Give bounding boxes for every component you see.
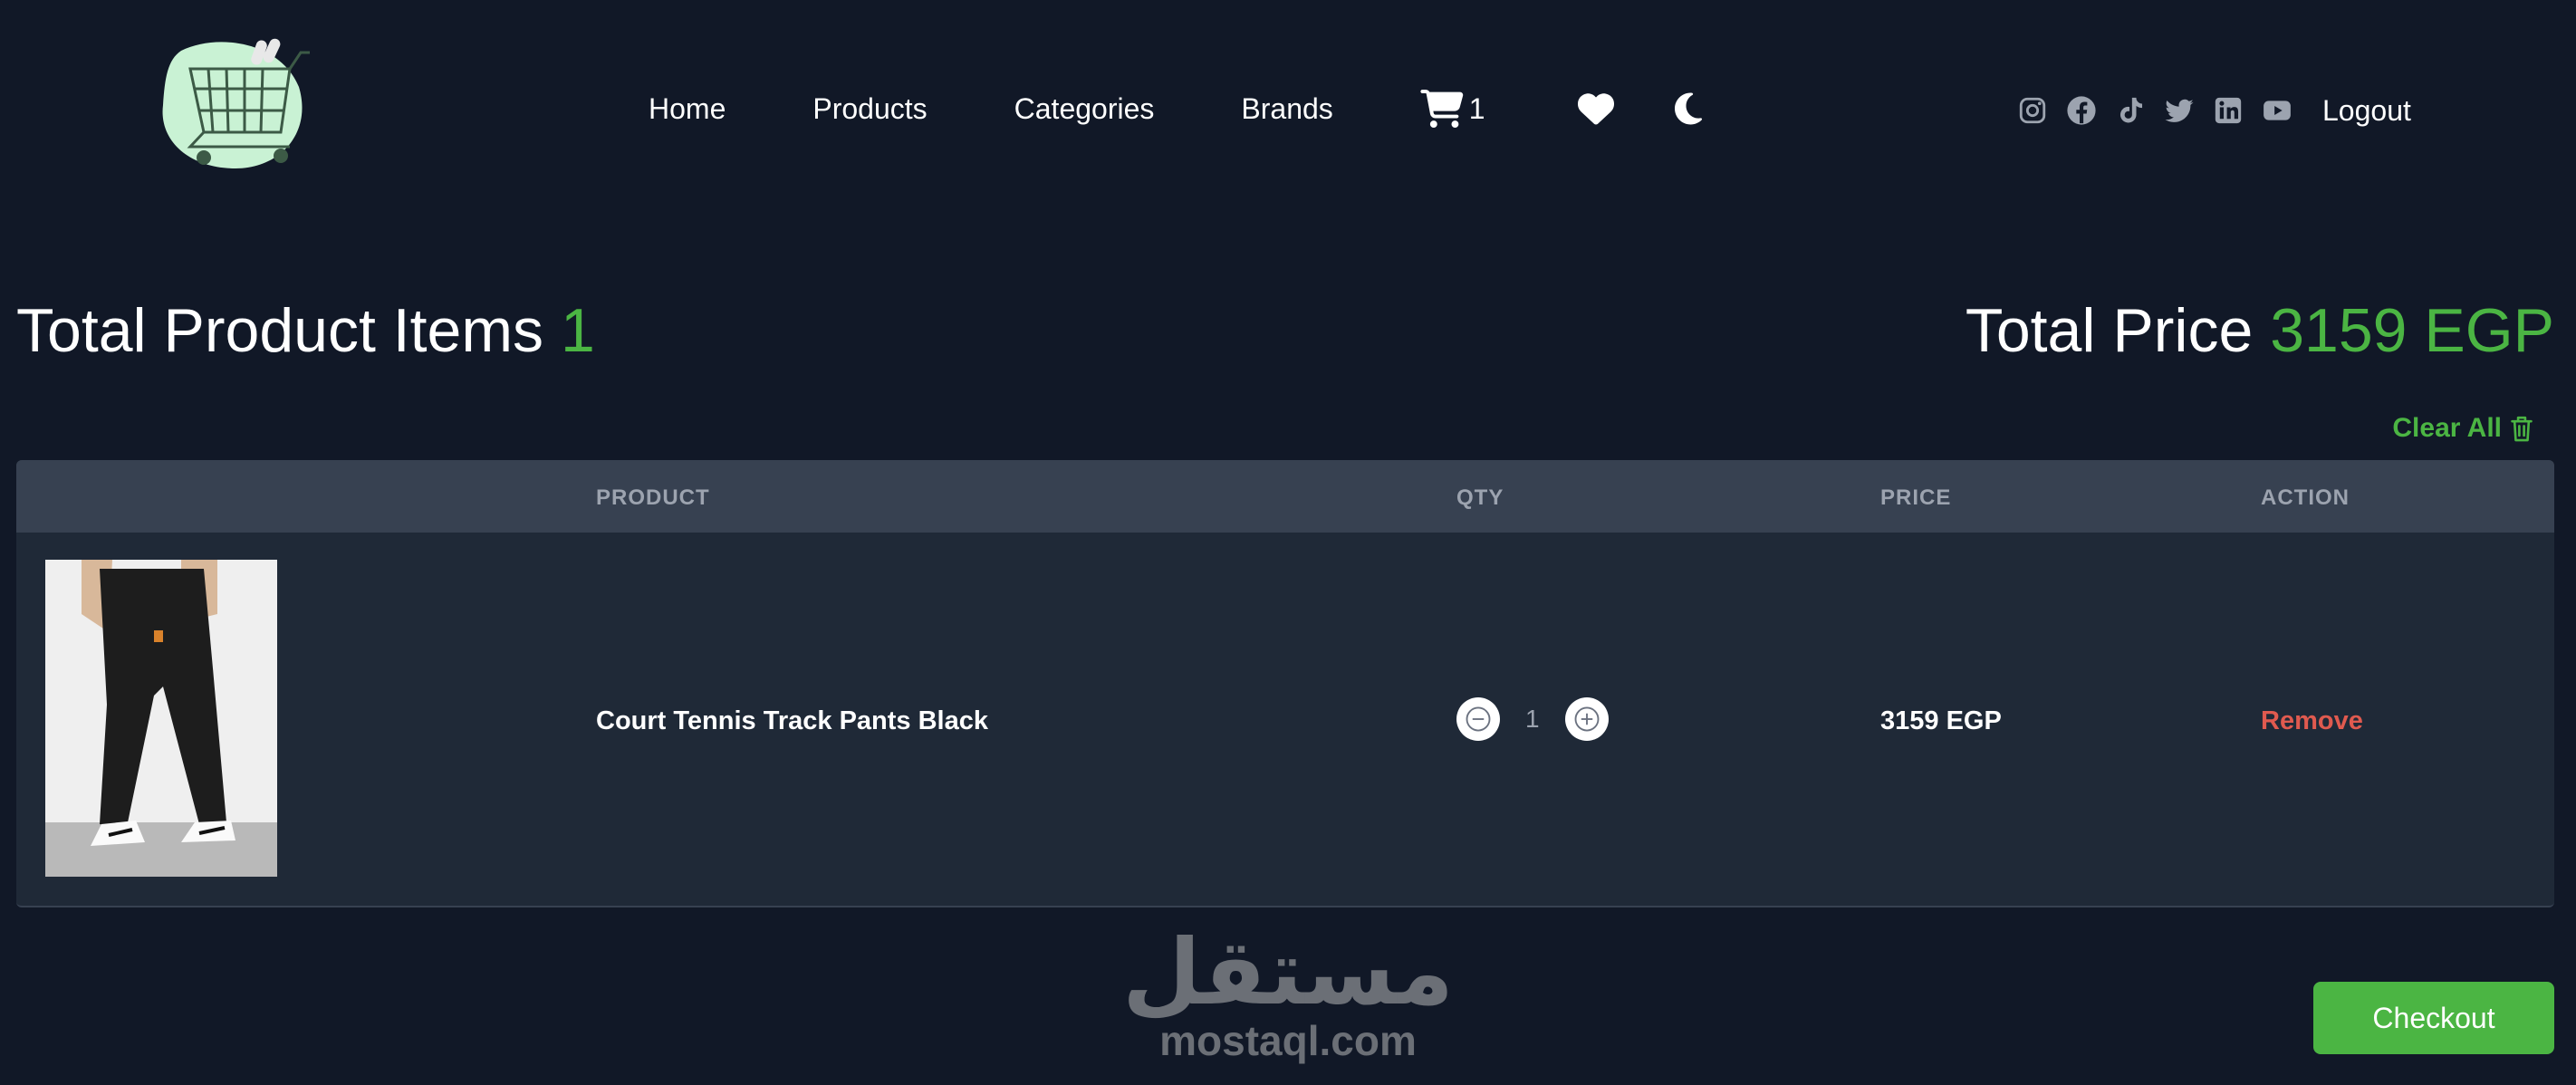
nav-brands-link[interactable]: Brands xyxy=(1241,92,1332,126)
facebook-icon[interactable] xyxy=(2065,94,2098,127)
product-image xyxy=(45,560,277,877)
cart-table: PRODUCT QTY PRICE ACTION Court Tennis Tr… xyxy=(16,460,2554,907)
logout-link[interactable]: Logout xyxy=(2322,94,2411,128)
table-header: PRODUCT QTY PRICE ACTION xyxy=(16,460,2554,533)
minus-icon xyxy=(1466,706,1491,732)
twitter-icon[interactable] xyxy=(2163,94,2196,127)
nav-cart-link[interactable]: 1 xyxy=(1420,90,1485,128)
total-items-label: Total Product Items xyxy=(16,296,544,365)
clear-all-button[interactable]: Clear All xyxy=(2392,413,2536,444)
cart-icon xyxy=(1420,90,1464,128)
main-nav: Home Products Categories Brands 1 xyxy=(649,89,1706,129)
quantity-stepper: 1 xyxy=(1456,697,1609,741)
wishlist-link[interactable] xyxy=(1576,91,1616,127)
total-price-label: Total Price xyxy=(1965,296,2254,365)
watermark-arabic: مستقل xyxy=(1122,919,1454,1025)
header-price: PRICE xyxy=(1880,485,1952,510)
cart-page: Home Products Categories Brands 1 Logout… xyxy=(0,0,2576,1085)
checkout-button[interactable]: Checkout xyxy=(2313,982,2554,1054)
clear-all-label: Clear All xyxy=(2392,413,2502,443)
heart-icon xyxy=(1577,93,1614,125)
increase-qty-button[interactable] xyxy=(1564,697,1609,741)
tiktok-icon[interactable] xyxy=(2114,94,2147,127)
moon-icon xyxy=(1674,92,1702,125)
decrease-qty-button[interactable] xyxy=(1456,697,1500,741)
nav-home-link[interactable]: Home xyxy=(649,92,726,126)
cart-count-badge: 1 xyxy=(1468,91,1485,125)
watermark-logo: مستقل mostaql.com xyxy=(1122,927,1454,1064)
total-price-summary: Total Price 3159 EGP xyxy=(1966,295,2554,366)
table-row: Court Tennis Track Pants Black 1 3159 EG… xyxy=(16,533,2554,906)
nav-products-link[interactable]: Products xyxy=(812,92,927,126)
total-price-value: 3159 EGP xyxy=(2270,296,2554,365)
product-price: 3159 EGP xyxy=(1880,706,2002,735)
header-product: PRODUCT xyxy=(596,485,710,510)
quantity-value: 1 xyxy=(1525,705,1540,733)
header-action: ACTION xyxy=(2261,485,2350,510)
instagram-icon[interactable] xyxy=(2016,94,2049,127)
social-links: Logout xyxy=(2016,91,2411,130)
nav-categories-link[interactable]: Categories xyxy=(1014,92,1155,126)
total-items-summary: Total Product Items 1 xyxy=(16,295,595,366)
plus-icon xyxy=(1574,706,1600,732)
watermark-latin: mostaql.com xyxy=(1159,1017,1417,1064)
remove-button[interactable]: Remove xyxy=(2261,706,2363,736)
shop-logo[interactable] xyxy=(154,33,317,179)
youtube-icon[interactable] xyxy=(2261,94,2293,127)
theme-toggle[interactable] xyxy=(1670,91,1706,127)
product-name[interactable]: Court Tennis Track Pants Black xyxy=(596,706,988,736)
trash-icon xyxy=(2511,416,2533,442)
linkedin-icon[interactable] xyxy=(2212,94,2244,127)
total-items-count: 1 xyxy=(560,296,595,365)
header-qty: QTY xyxy=(1456,485,1504,510)
